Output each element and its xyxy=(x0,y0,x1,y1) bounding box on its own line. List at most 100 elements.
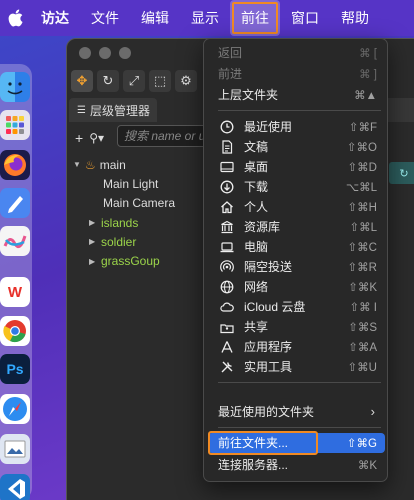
desktop-icon xyxy=(218,159,236,175)
tree-node-label: Main Camera xyxy=(103,196,176,211)
menu-item-label: 下载 xyxy=(244,180,269,195)
menu-item-applications[interactable]: 应用程序 ⇧⌘A xyxy=(208,337,385,357)
menu-item-enclosing-folder[interactable]: 上层文件夹 ⌘▲ xyxy=(208,85,385,105)
menu-item-label: 隔空投送 xyxy=(244,260,293,275)
menu-item-shortcut: ⇧⌘F xyxy=(348,121,377,134)
tree-node[interactable]: ▶ soldier xyxy=(73,232,175,251)
menu-item-label: 桌面 xyxy=(244,160,269,175)
menu-item-library[interactable]: 资源库 ⇧⌘L xyxy=(208,217,385,237)
transform-toolbar: ✥ ↻ ⤢ ⬚ ⚙ xyxy=(69,67,209,95)
hierarchy-tab[interactable]: ☰ 层级管理器 xyxy=(69,98,157,122)
menu-item-label: 个人 xyxy=(244,200,269,215)
move-tool-icon[interactable]: ✥ xyxy=(71,70,93,92)
menu-item-connect-server[interactable]: 连接服务器... ⌘K xyxy=(208,455,385,475)
menu-item-recents[interactable]: 最近使用 ⇧⌘F xyxy=(208,117,385,137)
menu-separator xyxy=(218,110,381,111)
airdrop-icon xyxy=(218,259,236,275)
safari-icon[interactable] xyxy=(0,394,30,424)
photoshop-icon[interactable]: Ps xyxy=(0,354,30,384)
menu-item-shortcut: ⇧⌘K xyxy=(348,281,377,294)
tree-node[interactable]: ▶ islands xyxy=(73,213,175,232)
menu-item-go-to-folder[interactable]: 前往文件夹... ⇧⌘G xyxy=(208,433,385,453)
hierarchy-search-input[interactable]: 搜索 name or uu xyxy=(117,125,209,147)
menu-item-icloud-drive[interactable]: iCloud 云盘 ⇧⌘ I xyxy=(208,297,385,317)
menu-item-downloads[interactable]: 下载 ⌥⌘L xyxy=(208,177,385,197)
menu-file[interactable]: 文件 xyxy=(80,0,130,36)
menu-item-shortcut: ⇧⌘H xyxy=(347,201,377,214)
menu-item-label: 资源库 xyxy=(244,220,281,235)
applications-icon xyxy=(218,339,236,355)
menu-item-home[interactable]: 个人 ⇧⌘H xyxy=(208,197,385,217)
menu-item-recent-folders[interactable]: 最近使用的文件夹 › xyxy=(208,402,385,422)
tree-node[interactable]: Main Camera xyxy=(73,194,175,213)
preview-icon[interactable] xyxy=(0,434,30,464)
tree-node-label: grassGoup xyxy=(101,254,160,269)
menu-item-label: 返回 xyxy=(218,46,243,61)
tree-node[interactable]: ▶ grassGoup xyxy=(73,251,175,270)
home-icon xyxy=(218,199,236,215)
menu-item-utilities[interactable]: 实用工具 ⇧⌘U xyxy=(208,357,385,377)
firefox-icon[interactable] xyxy=(0,150,30,180)
menu-item-shortcut: ⇧⌘C xyxy=(347,241,377,254)
menu-window[interactable]: 窗口 xyxy=(280,0,330,36)
network-icon xyxy=(218,279,236,295)
menu-item-label: 实用工具 xyxy=(244,360,293,375)
tree-node[interactable]: ▼ ♨ main xyxy=(73,155,175,174)
finder-icon[interactable] xyxy=(0,72,30,102)
menu-item-shortcut: ⇧⌘S xyxy=(348,321,377,334)
menu-view[interactable]: 显示 xyxy=(180,0,230,36)
secondary-panel-tab xyxy=(387,98,414,122)
launchpad-icon[interactable] xyxy=(0,110,30,140)
hierarchy-tab-label: 层级管理器 xyxy=(89,103,150,118)
menu-item-computer[interactable]: 电脑 ⇧⌘C xyxy=(208,237,385,257)
scale-tool-icon[interactable]: ⤢ xyxy=(123,70,145,92)
wps-icon[interactable]: W xyxy=(0,277,30,307)
expand-arrow-icon[interactable]: ▼ xyxy=(73,160,85,169)
menu-item-desktop[interactable]: 桌面 ⇧⌘D xyxy=(208,157,385,177)
collapse-arrow-icon[interactable]: ▶ xyxy=(89,257,101,266)
menu-finder[interactable]: 访达 xyxy=(30,0,80,36)
menu-item-shortcut: ⇧⌘ I xyxy=(349,301,377,314)
menu-item-shared[interactable]: 共享 ⇧⌘S xyxy=(208,317,385,337)
collapse-arrow-icon[interactable]: ▶ xyxy=(89,218,101,227)
zoom-window-button[interactable] xyxy=(119,47,131,59)
menu-item-shortcut: ⌥⌘L xyxy=(345,181,377,194)
freeform-icon[interactable] xyxy=(0,188,30,218)
dock: W Ps xyxy=(0,64,32,500)
close-window-button[interactable] xyxy=(79,47,91,59)
menu-separator xyxy=(218,382,381,383)
menu-edit[interactable]: 编辑 xyxy=(130,0,180,36)
menu-item-shortcut: ⇧⌘O xyxy=(346,141,377,154)
add-node-icon[interactable]: + xyxy=(75,130,83,146)
menu-go[interactable]: 前往 xyxy=(230,0,280,36)
menu-item-shortcut: ⇧⌘R xyxy=(347,261,377,274)
search-filter-icon[interactable]: ⚲▾ xyxy=(89,131,104,145)
rotate-tool-icon[interactable]: ↻ xyxy=(97,70,119,92)
menu-item-documents[interactable]: 文稿 ⇧⌘O xyxy=(208,137,385,157)
refresh-icon[interactable]: ↻ xyxy=(389,162,414,184)
tree-node-label: main xyxy=(99,157,126,172)
collapse-arrow-icon[interactable]: ▶ xyxy=(89,237,101,246)
apple-icon[interactable] xyxy=(0,9,30,27)
menu-item-label: 前往文件夹... xyxy=(218,436,289,451)
gizmo-settings-icon[interactable]: ⚙ xyxy=(175,70,197,92)
tree-node-label: islands xyxy=(101,215,139,230)
menu-item-label: 网络 xyxy=(244,280,269,295)
downloads-icon xyxy=(218,179,236,195)
rect-tool-icon[interactable]: ⬚ xyxy=(149,70,171,92)
menu-item-label: 上层文件夹 xyxy=(218,88,279,103)
menu-item-shortcut: ⇧⌘G xyxy=(346,437,377,450)
menu-item-network[interactable]: 网络 ⇧⌘K xyxy=(208,277,385,297)
tree-node[interactable]: Main Light xyxy=(73,174,175,193)
menu-help[interactable]: 帮助 xyxy=(330,0,380,36)
menu-item-label: 最近使用 xyxy=(244,120,293,135)
menu-item-back[interactable]: 返回 ⌘ [ xyxy=(208,43,385,63)
menu-item-airdrop[interactable]: 隔空投送 ⇧⌘R xyxy=(208,257,385,277)
minimize-window-button[interactable] xyxy=(99,47,111,59)
menu-item-forward[interactable]: 前进 ⌘ ] xyxy=(208,64,385,84)
freeform-board-icon[interactable] xyxy=(0,226,30,256)
computer-icon xyxy=(218,239,236,255)
vscode-icon[interactable] xyxy=(0,474,30,500)
chrome-icon[interactable] xyxy=(0,316,30,346)
go-menu-dropdown: 返回 ⌘ [ 前进 ⌘ ] 上层文件夹 ⌘▲ 最近使用 ⇧⌘F 文稿 ⇧⌘O 桌… xyxy=(203,38,388,482)
